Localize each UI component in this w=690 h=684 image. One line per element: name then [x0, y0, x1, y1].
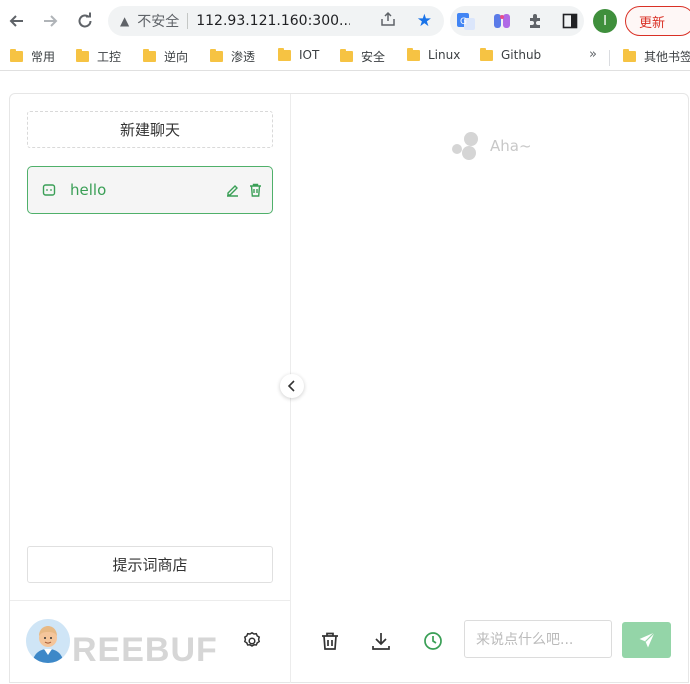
- other-bookmarks-folder[interactable]: 其他书签: [623, 48, 690, 65]
- sidebar-footer: REEBUF: [10, 600, 291, 684]
- svg-text:G: G: [460, 17, 467, 27]
- delete-icon[interactable]: [248, 182, 263, 202]
- bookmark-label: IOT: [299, 48, 320, 62]
- folder-icon: [480, 47, 493, 61]
- history-icon[interactable]: [422, 630, 444, 652]
- chat-input-bar: 来说点什么吧...: [292, 600, 689, 684]
- folder-icon: [407, 47, 420, 61]
- bookmark-folder[interactable]: 安全: [340, 48, 385, 65]
- prompt-store-button[interactable]: 提示词商店: [27, 546, 273, 583]
- folder-icon: [278, 47, 291, 61]
- folder-icon: [340, 49, 353, 62]
- folder-icon: [143, 49, 156, 62]
- warning-icon: ▲: [120, 14, 130, 28]
- bookmark-label: 安全: [361, 50, 386, 64]
- chat-bubble-icon: [42, 183, 56, 197]
- bookmarks-divider: [609, 50, 610, 66]
- folder-icon: [10, 49, 23, 62]
- send-icon: [639, 632, 655, 648]
- bookmarks-overflow-chevron[interactable]: »: [589, 47, 597, 62]
- bookmark-folder[interactable]: 工控: [76, 48, 121, 65]
- forward-button[interactable]: [33, 4, 67, 38]
- folder-icon: [210, 49, 223, 62]
- chat-title: hello: [70, 181, 107, 199]
- bookmark-label: 逆向: [164, 50, 189, 64]
- settings-gear-icon[interactable]: [242, 631, 262, 651]
- update-button[interactable]: 更新: [625, 6, 690, 36]
- extensions-puzzle-icon[interactable]: [522, 8, 548, 34]
- bookmark-folder[interactable]: 常用: [10, 48, 55, 65]
- bookmark-folder[interactable]: 渗透: [210, 48, 255, 65]
- clear-chat-icon[interactable]: [319, 630, 341, 652]
- back-button[interactable]: [0, 4, 34, 38]
- bookmark-label: 常用: [31, 50, 56, 64]
- reload-button[interactable]: [68, 4, 102, 38]
- user-avatar[interactable]: [26, 619, 70, 663]
- chevron-left-icon: [287, 380, 295, 392]
- bookmark-folder[interactable]: 逆向: [143, 48, 188, 65]
- url-text[interactable]: 112.93.121.160:300...: [196, 13, 350, 29]
- bookmark-folder[interactable]: Linux: [407, 47, 461, 62]
- bookmark-label: Github: [501, 48, 542, 62]
- reload-icon: [78, 12, 92, 28]
- translate-extension-icon[interactable]: G: [453, 8, 479, 34]
- folder-icon: [76, 49, 89, 62]
- chat-list-item[interactable]: hello: [27, 166, 273, 214]
- empty-state: Aha~: [452, 132, 532, 160]
- collapse-sidebar-button[interactable]: [280, 374, 304, 398]
- address-bar[interactable]: ▲ 不安全 112.93.121.160:300... ★: [108, 6, 444, 36]
- bookmark-label: Linux: [428, 48, 461, 62]
- watermark-text: REEBUF: [72, 631, 218, 669]
- bookmark-label: 渗透: [231, 50, 256, 64]
- download-icon[interactable]: [370, 630, 392, 652]
- arrow-right-icon: [44, 15, 58, 27]
- bookmark-label: 其他书签: [644, 50, 690, 64]
- sidebar: 新建聊天 hello 提示词商店 REEBUF: [10, 94, 291, 683]
- profile-avatar[interactable]: I: [593, 9, 617, 33]
- extension-app-icon[interactable]: [489, 8, 515, 34]
- security-status[interactable]: 不安全: [137, 11, 179, 31]
- bookmark-folder[interactable]: Github: [480, 47, 542, 62]
- share-icon[interactable]: [380, 11, 396, 31]
- bookmarks-bar: 常用 工控 逆向 渗透 IOT 安全 Linux Github » 其他书签: [0, 42, 690, 70]
- browser-toolbar: ▲ 不安全 112.93.121.160:300... ★ G I 更新: [0, 0, 690, 42]
- chrome-divider: [0, 70, 690, 71]
- bookmark-label: 工控: [97, 50, 122, 64]
- bookmark-star-icon[interactable]: ★: [417, 11, 432, 31]
- arrow-left-icon: [9, 15, 23, 27]
- edit-icon[interactable]: [225, 183, 240, 202]
- chat-app: 新建聊天 hello 提示词商店 REEBUF Aha~ 来说点什么吧...: [9, 93, 689, 683]
- chat-input[interactable]: 来说点什么吧...: [464, 620, 612, 658]
- bubbles-icon: [452, 132, 480, 160]
- chat-main: Aha~ 来说点什么吧...: [292, 94, 689, 683]
- bookmark-folder[interactable]: IOT: [278, 47, 320, 62]
- address-divider: [187, 13, 189, 29]
- empty-state-text: Aha~: [490, 137, 532, 155]
- side-panel-icon[interactable]: [557, 8, 583, 34]
- new-chat-button[interactable]: 新建聊天: [27, 111, 273, 148]
- folder-icon: [623, 49, 636, 62]
- send-button[interactable]: [622, 622, 671, 658]
